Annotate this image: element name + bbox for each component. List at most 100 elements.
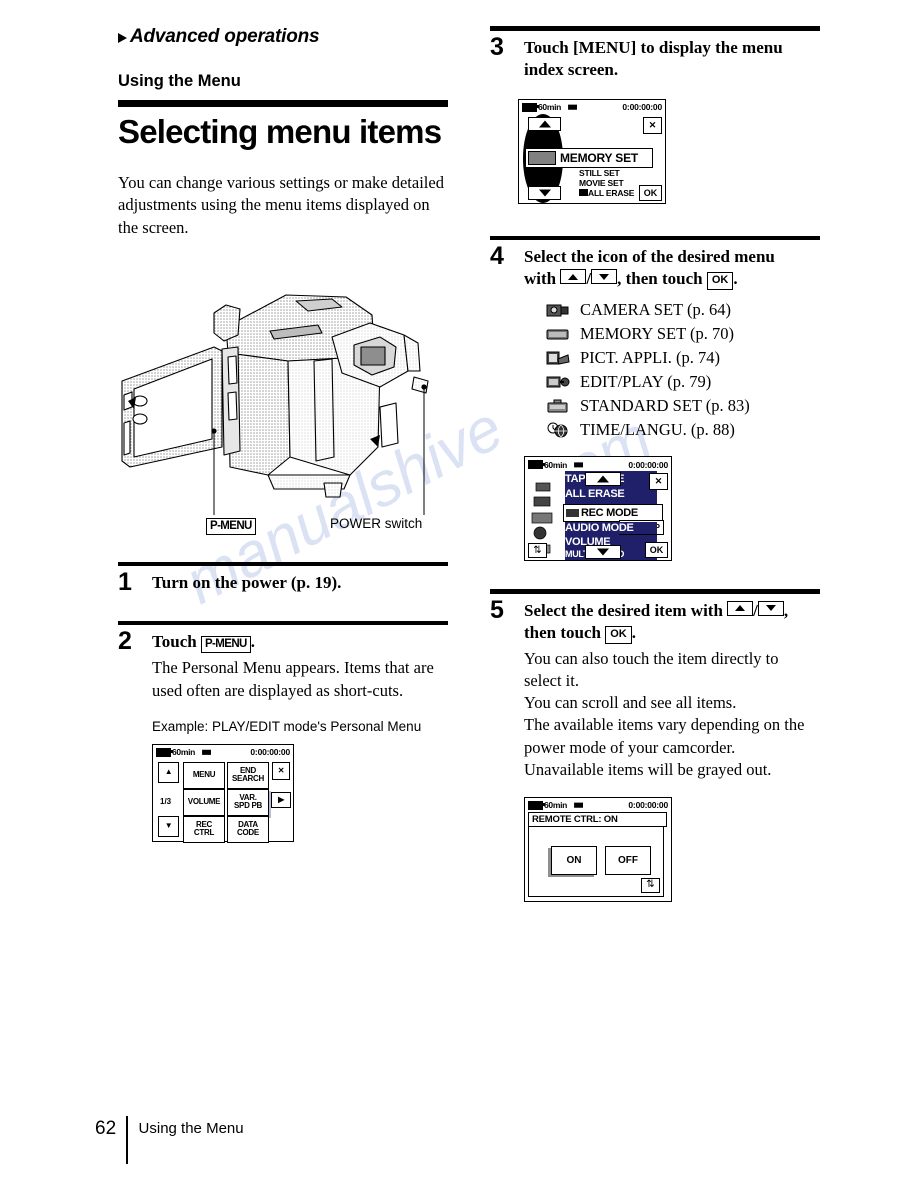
lcd-pm-battery-time: 60min [172, 747, 196, 758]
left-column: Advanced operations Using the Menu Selec… [118, 26, 448, 848]
page-number: 62 [95, 1118, 117, 1139]
step-4-heading-with: with [524, 269, 557, 289]
callout-row: P-MENU POWER switch [118, 516, 448, 542]
step-5-body-line-4: The available items vary depending on th… [524, 715, 805, 735]
lcd-idx-status-bar: 60min 0:00:00:00 [519, 100, 665, 114]
scroll-down-icon[interactable]: ▼ [158, 815, 179, 837]
step-5-body-line-2: select it. [524, 671, 579, 691]
time-langu-icon [546, 422, 580, 438]
step-3-number: 3 [490, 32, 504, 61]
step-1-number: 1 [118, 568, 132, 597]
menu-index-selected-label: MEMORY SET [560, 150, 639, 165]
pm-button-var-spd-pb-label: VAR. SPD PB [234, 792, 262, 811]
step-5-body-line-6: Unavailable items will be grayed out. [524, 759, 772, 779]
close-icon[interactable]: ✕ [649, 473, 668, 491]
step-5-rule [490, 589, 820, 594]
remote-on-button[interactable]: ON [551, 845, 597, 875]
ok-button[interactable]: OK [639, 184, 662, 201]
menu-category-list: CAMERA SET (p. 64) MEMORY SET (p. 70) PI… [546, 298, 820, 442]
ok-button[interactable]: OK [645, 542, 668, 559]
menu-category-row: PICT. APPLI. (p. 74) [546, 346, 820, 370]
step-4: 4 Select the icon of the desired menu wi… [490, 244, 820, 562]
step-5-block: 5 Select the desired item with /, then t… [490, 589, 820, 902]
lcd-remote-ctrl: 60min 0:00:00:00 REMOTE CTRL: ON ON OFF … [524, 796, 672, 902]
step-5-heading-prefix: Select the desired item with [524, 600, 723, 620]
scroll-item-below-1[interactable]: AUDIO MODE [565, 522, 657, 535]
menu-index-sub-3-label: ALL ERASE [588, 187, 635, 198]
step-1-heading: Turn on the power (p. 19). [152, 573, 342, 593]
pm-button-volume[interactable]: VOLUME [183, 788, 225, 816]
memory-set-icon [528, 150, 556, 165]
return-icon[interactable]: ⇅ [641, 877, 660, 893]
lcd-idx-timecode: 0:00:00:00 [622, 102, 662, 113]
camera-set-icon [546, 302, 580, 318]
pict-appli-icon [546, 350, 580, 366]
menu-category-row: EDIT/PLAY (p. 79) [546, 370, 820, 394]
step-1-block: 1 Turn on the power (p. 19). [118, 561, 448, 597]
close-icon[interactable]: ✕ [272, 761, 290, 780]
menu-index-selected[interactable]: MEMORY SET [525, 147, 653, 168]
step-2-pmenu-chip: P-MENU [200, 636, 251, 654]
menu-category-row: CAMERA SET (p. 64) [546, 298, 820, 322]
pm-button-var-spd-pb[interactable]: VAR. SPD PB [227, 788, 269, 816]
step-2-body: The Personal Menu appears. Items that ar… [152, 658, 434, 700]
step-2: 2 Touch P-MENU. The Personal Menu appear… [118, 627, 448, 843]
tape-icon [568, 103, 577, 111]
right-column: 3 Touch [MENU] to display the menu index… [490, 26, 820, 908]
page-footer: 62 Using the Menu [95, 1116, 244, 1164]
arrow-down-icon[interactable] [585, 545, 621, 560]
remote-off-button[interactable]: OFF [605, 845, 651, 875]
callout-power-switch: POWER switch [330, 515, 423, 531]
step-5-heading-then: then touch [524, 622, 601, 642]
step-2-heading: Touch P-MENU. [152, 631, 448, 654]
return-icon[interactable]: ⇅ [528, 543, 547, 559]
arrow-down-icon [757, 600, 784, 616]
tape-icon [574, 461, 583, 469]
pm-button-menu[interactable]: MENU [183, 761, 225, 789]
battery-icon [156, 747, 173, 757]
pm-button-data-code[interactable]: DATA CODE [227, 815, 269, 843]
lcd-scroll-battery-time: 60min [544, 459, 568, 470]
page-title: Selecting menu items [118, 113, 442, 150]
chapter-heading: Advanced operations [118, 26, 448, 48]
step-3-block: 3 Touch [MENU] to display the menu index… [490, 26, 820, 204]
arrow-down-icon[interactable] [528, 185, 561, 200]
lcd-scroll-body: TAPE TITLE ALL ERASE REC MODE SP AUDIO M… [525, 471, 671, 561]
step-4-heading-line1: Select the icon of the desired menu [524, 247, 775, 267]
lcd-idx-body: MEMORY SET STILL SET MOVIE SET ALL ERASE… [519, 113, 665, 203]
arrow-up-icon[interactable] [528, 116, 561, 131]
pm-button-rec-ctrl[interactable]: REC CTRL [183, 815, 225, 843]
step-2-number: 2 [118, 627, 132, 656]
step-1: 1 Turn on the power (p. 19). [118, 568, 448, 597]
menu-index-sub-2[interactable]: MOVIE SET [579, 178, 624, 188]
menu-index-sub-1[interactable]: STILL SET [579, 168, 620, 178]
running-head: Using the Menu [138, 1120, 244, 1137]
battery-icon [528, 800, 545, 810]
step-4-heading-mid: , then touch [617, 269, 703, 289]
step-5-body: You can also touch the item directly to … [524, 648, 820, 781]
pm-button-data-code-label: DATA CODE [237, 819, 259, 838]
menu-index-sub-3[interactable]: ALL ERASE [579, 188, 634, 198]
pm-button-end-search[interactable]: END SEARCH [227, 761, 269, 789]
arrow-up-icon [727, 600, 754, 616]
step-5-number: 5 [490, 595, 504, 624]
menu-category-row: TIME/LANGU. (p. 88) [546, 418, 820, 442]
step-5-body-line-1: You can also touch the item directly to [524, 649, 779, 669]
menu-category-label: MEMORY SET (p. 70) [580, 324, 735, 344]
scroll-item-above-2[interactable]: ALL ERASE [565, 488, 657, 501]
step-5-heading-suffix: . [631, 622, 636, 642]
arrow-up-icon[interactable] [585, 472, 621, 487]
play-icon[interactable]: ▶ [271, 791, 291, 808]
lcd-pm-status-bar: 60min 0:00:00:00 [153, 745, 293, 759]
lcd-rc-area: ON OFF ⇅ [528, 825, 664, 897]
close-icon[interactable]: ✕ [643, 116, 662, 134]
tape-icon [202, 748, 211, 756]
lcd-scroll-timecode: 0:00:00:00 [628, 459, 668, 470]
step-2-heading-suffix: . [250, 632, 255, 652]
step-4-heading: Select the icon of the desired menu with… [524, 246, 820, 291]
ok-chip: OK [706, 272, 734, 291]
lcd-pm-grid: ▲ 1/3 ▼ MENU END SEARCH ✕ VOLUME VAR. SP… [153, 759, 293, 843]
lcd-rc-title: REMOTE CTRL: ON [528, 811, 667, 827]
scroll-up-icon[interactable]: ▲ [158, 761, 179, 783]
menu-category-label: PICT. APPLI. (p. 74) [580, 348, 720, 368]
